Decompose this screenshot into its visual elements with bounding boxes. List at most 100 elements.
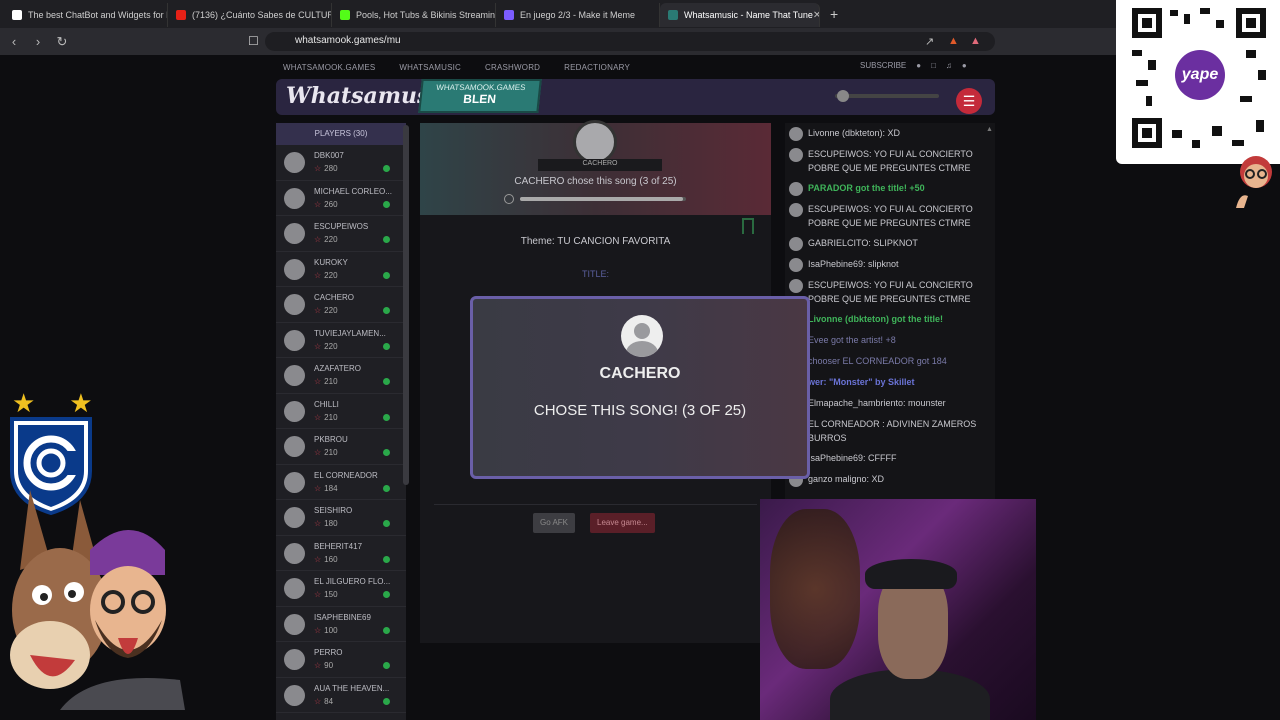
player-row[interactable]: BEHERIT417 ☆ 160 <box>276 536 406 571</box>
volume-knob[interactable] <box>837 90 849 102</box>
chose-text: CACHERO chose this song (3 of 25) <box>514 176 677 187</box>
player-row[interactable]: PERRO ☆ 90 <box>276 642 406 678</box>
player-name: CACHERO <box>314 293 355 302</box>
online-status-icon <box>383 591 390 598</box>
player-row[interactable]: KUROKY ☆ 220 <box>276 252 406 287</box>
nav-crashword[interactable]: CRASHWORD <box>485 63 540 75</box>
star-icon: ☆ <box>314 199 322 209</box>
chat-avatar <box>789 279 803 293</box>
player-score: ☆ 220 <box>314 342 338 351</box>
nav-redactionary[interactable]: REDACTIONARY <box>564 63 630 75</box>
online-status-icon <box>383 236 390 243</box>
chat-avatar <box>789 148 803 162</box>
player-score: ☆ 184 <box>314 484 338 493</box>
player-score-value: 220 <box>324 270 338 280</box>
player-row[interactable]: AUA THE HEAVEN... ☆ 84 <box>276 678 406 713</box>
bookmark-flag-icon[interactable] <box>742 218 754 234</box>
chat-message: IsaPhebine69: slipknot <box>785 254 995 275</box>
tiktok-icon[interactable]: ♫ <box>946 61 952 70</box>
webcam-cap <box>865 559 957 589</box>
player-row[interactable]: EL JILGUERO FLO... ☆ 150 <box>276 571 406 607</box>
url-field[interactable]: whatsamook.games/mu <box>265 32 995 51</box>
player-name: ESCUPEIWOS <box>314 222 369 231</box>
bookmark-icon[interactable]: ☐ <box>248 34 260 48</box>
twitter-icon[interactable]: ● <box>916 61 921 70</box>
chat-text: ganzo maligno: XD <box>808 474 885 484</box>
online-status-icon <box>383 697 390 705</box>
streamer-avatar-icon <box>1230 150 1278 210</box>
star-icon: ☆ <box>314 377 322 386</box>
player-row[interactable]: MICHAEL CORLEO... ☆ 260 <box>276 181 406 216</box>
player-name: SEISHIRO <box>314 506 353 515</box>
player-row[interactable]: EL CORNEADOR ☆ 184 <box>276 465 406 500</box>
subscribe-link[interactable]: SUBSCRIBE <box>860 61 906 70</box>
star-icon: ☆ <box>314 306 322 315</box>
tab-title: The best ChatBot and Widgets for Ki <box>28 10 168 20</box>
player-row[interactable]: CACHERO ☆ 220 <box>276 287 406 323</box>
social-links: SUBSCRIBE ● □ ♫ ● <box>860 61 967 70</box>
brave-shield-icon[interactable]: ▲ <box>948 35 959 47</box>
browser-tab[interactable]: Whatsamusic - Name That Tune✕ <box>660 3 820 27</box>
volume-slider[interactable] <box>835 90 939 102</box>
players-scrollbar[interactable] <box>403 125 409 485</box>
player-score: ☆ 100 <box>314 626 338 635</box>
online-status-icon <box>383 200 390 208</box>
player-row[interactable]: ESCUPEIWOS ☆ 220 <box>276 216 406 252</box>
chose-song-modal: CACHERO CHOSE THIS SONG! (3 OF 25) <box>470 296 810 479</box>
chat-text: GABRIELCITO: SLIPKNOT <box>808 238 918 248</box>
chat-text: ESCUPEIWOS: YO FUI AL CONCIERTO POBRE QU… <box>808 280 973 304</box>
browser-tab[interactable]: En juego 2/3 - Make it Meme <box>496 3 660 27</box>
player-row[interactable]: CHILLI ☆ 210 <box>276 394 406 429</box>
player-avatar <box>284 649 305 670</box>
online-status-icon <box>383 449 390 456</box>
tab-favicon-icon <box>340 10 350 20</box>
player-score-value: 150 <box>324 590 338 599</box>
star-icon: ☆ <box>314 270 322 280</box>
player-row[interactable]: PKBROU ☆ 210 <box>276 429 406 465</box>
new-tab-button[interactable]: + <box>830 6 838 22</box>
yape-logo: yape <box>1175 50 1225 100</box>
player-row[interactable]: AZAFATERO ☆ 210 <box>276 358 406 394</box>
back-icon[interactable]: ‹ <box>4 34 24 49</box>
hamburger-menu-icon[interactable]: ☰ <box>956 88 982 114</box>
chat-scroll-up-icon[interactable]: ▲ <box>986 126 993 133</box>
star-icon: ☆ <box>314 164 322 173</box>
browser-tab[interactable]: The best ChatBot and Widgets for Ki <box>4 3 168 27</box>
chat-message: Livonne (dbkteton) got the title! <box>785 309 995 330</box>
tab-close-icon[interactable]: ✕ <box>813 10 819 21</box>
player-row[interactable]: ISAPHEBINE69 ☆ 100 <box>276 607 406 642</box>
player-score: ☆ 280 <box>314 164 338 173</box>
tab-title: Pools, Hot Tubs & Bikinis Streaming <box>356 10 496 20</box>
leave-game-button[interactable]: Leave game... <box>590 513 655 533</box>
forward-icon[interactable]: › <box>28 34 48 49</box>
go-afk-button[interactable]: Go AFK <box>533 513 576 533</box>
chat-message: PARADOR got the title! +50 <box>785 178 995 199</box>
room-code-badge: WHATSAMOOK.GAMES BLEN <box>418 79 542 113</box>
room-site: WHATSAMOOK.GAMES <box>435 83 526 92</box>
player-score: ☆ 210 <box>314 413 338 422</box>
reload-icon[interactable]: ↻ <box>52 34 72 50</box>
chat-message: Evee got the artist! +8 <box>785 330 995 351</box>
tab-favicon-icon <box>176 10 186 20</box>
chat-avatar <box>789 237 803 251</box>
player-row[interactable]: DBK007 ☆ 280 <box>276 145 406 181</box>
player-row[interactable]: TUVIEJAYLAMEN... ☆ 220 <box>276 323 406 358</box>
pause-icon[interactable] <box>504 194 514 204</box>
webcam-plant <box>770 509 860 669</box>
browser-tab[interactable]: (7136) ¿Cuánto Sabes de CULTURA G <box>168 3 332 27</box>
player-name: AZAFATERO <box>314 364 361 373</box>
mascot-cartoon-icon <box>0 480 190 710</box>
player-score-value: 184 <box>324 483 338 493</box>
browser-tab[interactable]: Pools, Hot Tubs & Bikinis Streaming <box>332 3 496 27</box>
player-score-value: 220 <box>324 341 338 351</box>
player-avatar <box>284 223 305 244</box>
instagram-icon[interactable]: □ <box>931 61 936 70</box>
nav-whatsamusic[interactable]: WHATSAMUSIC <box>399 63 461 75</box>
rewards-icon[interactable]: ▲ <box>970 35 981 47</box>
share-icon[interactable]: ↗ <box>925 35 934 48</box>
nav-home[interactable]: WHATSAMOOK.GAMES <box>283 63 375 75</box>
player-row[interactable]: SEISHIRO ☆ 180 <box>276 500 406 536</box>
player-score: ☆ 90 <box>314 661 333 670</box>
discord-icon[interactable]: ● <box>962 61 967 70</box>
chat-text: Livonne (dbkteton) got the title! <box>808 314 943 324</box>
